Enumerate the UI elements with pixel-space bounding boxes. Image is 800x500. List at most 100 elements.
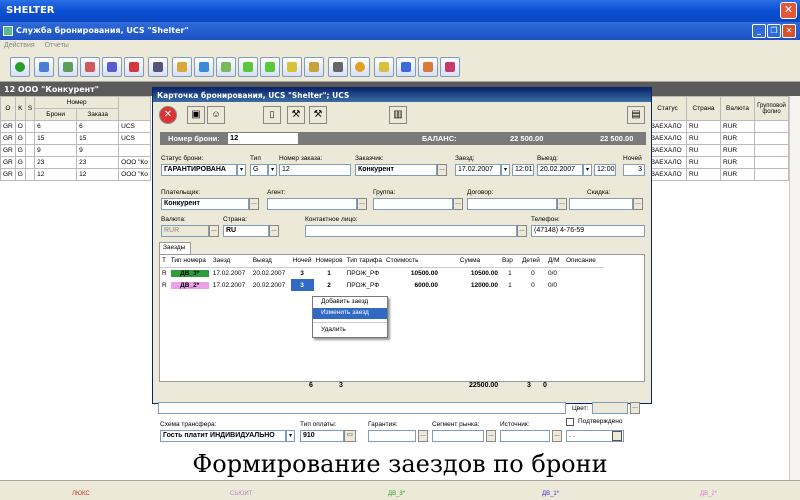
transfer-select[interactable]: Гость платит ИНДИВИДУАЛЬНО [160,430,286,442]
vertical-scrollbar[interactable] [789,96,800,480]
table-row[interactable]: GR G 23 23 ООО "Ко [0,156,151,169]
menu-item-edit-stay[interactable]: Изменить заезд [313,308,387,319]
reservation-edit-icon[interactable] [80,57,100,77]
calendar-icon[interactable] [194,57,214,77]
maximize-button[interactable]: ❐ [767,24,781,38]
user-icon[interactable] [418,57,438,77]
contract-lookup-button[interactable]: … [557,198,567,210]
agent-field[interactable] [267,198,357,210]
discount-lookup-button[interactable]: … [633,198,643,210]
table-row[interactable]: ЗАЕХАЛО RU RUR [648,144,789,157]
country-field[interactable]: RU [223,225,269,237]
edit-icon[interactable] [440,57,460,77]
outer-close-button[interactable]: ✕ [780,2,797,19]
order-number-field[interactable]: 12 [279,164,351,176]
group-lookup-button[interactable]: … [453,198,463,210]
guarantee-lookup-button[interactable]: … [418,430,428,442]
agent-lookup-button[interactable]: … [357,198,367,210]
transfer-dropdown-icon[interactable]: ▾ [286,430,295,442]
save-icon[interactable]: ▣ [187,106,205,124]
pay-type-field[interactable]: 910 [300,430,344,442]
customer-lookup-button[interactable]: … [437,164,447,176]
customer-field[interactable]: Конкурент [355,164,437,176]
confirmed-checkbox[interactable] [566,418,574,426]
checkin-dropdown-icon[interactable]: ▾ [501,164,510,176]
source-field[interactable] [500,430,550,442]
menu-item-add-stay[interactable]: Добавить заезд [313,297,387,308]
search-icon[interactable] [34,57,54,77]
table-row[interactable]: ЗАЕХАЛО RU RUR [648,168,789,181]
guarantee-field[interactable] [368,430,416,442]
tools-icon[interactable]: ⚒ [287,106,305,124]
close-button[interactable]: ✕ [782,24,796,38]
contact-lookup-button[interactable]: … [517,225,527,237]
print-icon[interactable] [328,57,348,77]
checkin-icon[interactable] [148,57,168,77]
settings-icon[interactable] [374,57,394,77]
minimize-button[interactable]: _ [752,24,766,38]
menu-reports[interactable]: Отчеты [45,42,69,49]
table-row[interactable]: ЗАЕХАЛО RU RUR [648,120,789,133]
list-icon[interactable] [172,57,192,77]
payer-field[interactable]: Конкурент [161,198,249,210]
notes-field[interactable] [158,402,566,414]
book-icon[interactable]: ▥ [389,106,407,124]
discount-field[interactable] [569,198,633,210]
table-row[interactable]: GR G 9 9 [0,144,151,157]
coin-icon[interactable] [350,57,370,77]
tools-icon[interactable] [396,57,416,77]
reservation-add-icon[interactable] [58,57,78,77]
menu-actions[interactable]: Действия [4,42,35,49]
contract-field[interactable] [467,198,557,210]
cancel-icon[interactable]: ✕ [159,106,177,124]
status-tab-dv1[interactable]: ДВ_1* [542,491,559,497]
table-row[interactable]: ЗАЕХАЛО RU RUR [648,156,789,169]
booking-number-field[interactable]: 12 [228,133,298,144]
checkin-date-field[interactable]: 17.02.2007 [455,164,501,176]
tools-alt-icon[interactable]: ⚒ [309,106,327,124]
currency-lookup-button[interactable]: … [209,225,219,237]
status-tab-dv3[interactable]: ДВ_3* [388,491,405,497]
color-field[interactable] [592,402,628,414]
segment-field[interactable] [432,430,484,442]
folder-icon[interactable] [216,57,236,77]
tab-stays[interactable]: Заезды [159,242,191,254]
reservation-copy-icon[interactable] [102,57,122,77]
checkout-dropdown-icon[interactable]: ▾ [583,164,592,176]
type-dropdown-icon[interactable]: ▾ [268,164,277,176]
pay-type-lookup-button[interactable]: ▭ [344,430,356,442]
status-tab-lux[interactable]: ЛЮКС [72,491,90,497]
table-row[interactable]: GR G 12 12 ООО "Ко [0,168,151,181]
nights-field[interactable]: 3 [623,164,645,176]
calendar-icon[interactable] [612,431,622,441]
stay-row[interactable]: R ДВ_3* 17.02.2007 20.02.2007 3 1 ПРОЖ_РФ… [160,267,604,279]
color-picker-button[interactable]: … [630,402,640,414]
currency-field[interactable]: RUR [161,225,209,237]
table-row[interactable]: ЗАЕХАЛО RU RUR [648,132,789,145]
checkout-time-field[interactable]: 12:00 [594,164,616,176]
stay-row[interactable]: R ДВ_2* 17.02.2007 20.02.2007 3 2 ПРОЖ_РФ… [160,279,604,291]
source-lookup-button[interactable]: … [552,430,562,442]
status-select[interactable]: ГАРАНТИРОВАНА [161,164,237,176]
status-tab-suite[interactable]: СЬЮИТ [230,491,252,497]
phone-field[interactable]: (47148) 4-76-59 [531,225,645,237]
table-row[interactable]: GR G 15 15 UCS [0,132,151,145]
contact-field[interactable] [305,225,517,237]
menu-item-delete[interactable]: Удалить [313,322,387,333]
user-search-icon[interactable]: ☺ [207,106,225,124]
cashier-icon[interactable]: ▤ [627,106,645,124]
reservation-delete-icon[interactable] [124,57,144,77]
checkin-time-field[interactable]: 12:01 [512,164,534,176]
group-field[interactable] [373,198,453,210]
country-lookup-button[interactable]: … [269,225,279,237]
checkin-door-icon[interactable]: ▯ [263,106,281,124]
move-icon[interactable] [282,57,302,77]
status-tab-dv2[interactable]: ДВ_2* [700,491,717,497]
table-row[interactable]: GR O 6 6 UCS [0,120,151,133]
payer-lookup-button[interactable]: … [249,198,259,210]
add-icon[interactable] [238,57,258,77]
status-dropdown-icon[interactable]: ▾ [237,164,246,176]
add-group-icon[interactable] [260,57,280,77]
type-select[interactable]: G [250,164,268,176]
checkout-date-field[interactable]: 20.02.2007 [537,164,583,176]
